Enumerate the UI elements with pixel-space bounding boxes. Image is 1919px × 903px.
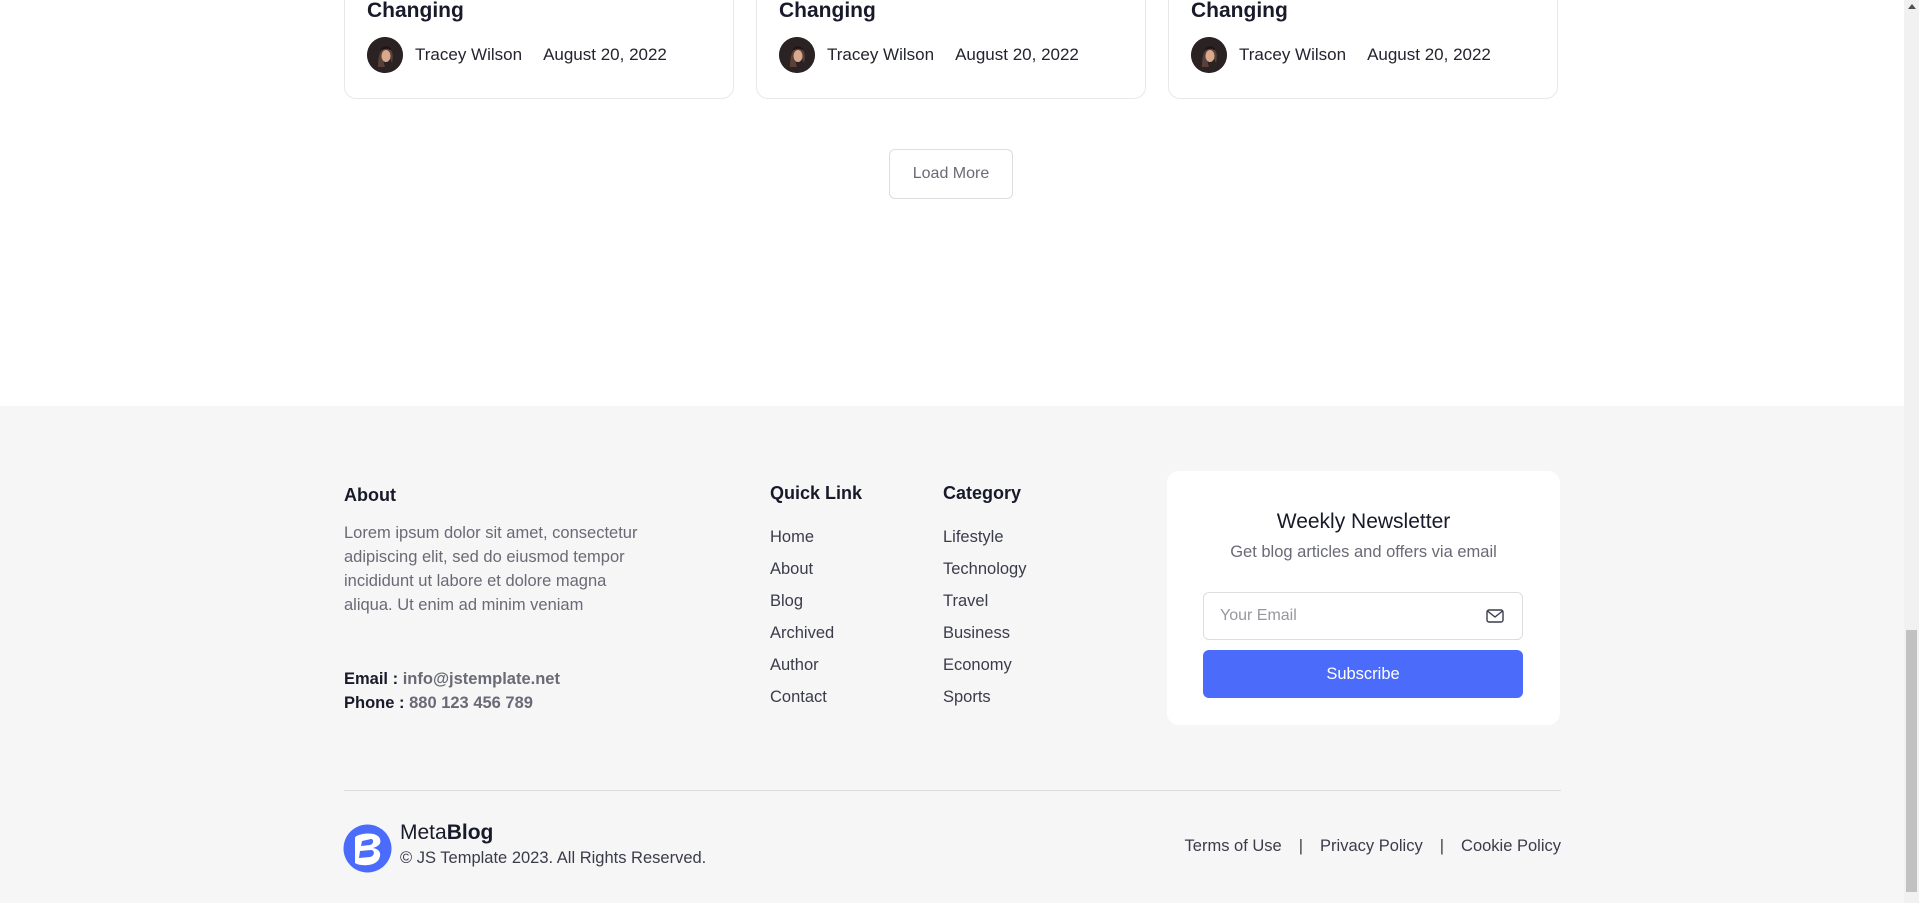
author-name[interactable]: Tracey Wilson — [827, 45, 934, 65]
phone-label: Phone : — [344, 694, 405, 712]
newsletter-subheading: Get blog articles and offers via email — [1230, 543, 1497, 561]
category-link-business[interactable]: Business — [943, 621, 1026, 653]
post-card-meta: Tracey Wilson August 20, 2022 — [779, 37, 1079, 73]
site-footer: About Lorem ipsum dolor sit amet, consec… — [0, 406, 1904, 903]
load-more-button[interactable]: Load More — [889, 149, 1013, 199]
category-link-travel[interactable]: Travel — [943, 589, 1026, 621]
cookie-policy-link[interactable]: Cookie Policy — [1461, 837, 1561, 856]
vertical-scrollbar[interactable] — [1904, 0, 1919, 903]
brand-name[interactable]: MetaBlog — [400, 821, 493, 845]
post-date: August 20, 2022 — [1367, 45, 1491, 64]
post-card-title[interactable]: Changing — [367, 0, 464, 23]
post-card-meta: Tracey Wilson August 20, 2022 — [367, 37, 667, 73]
brand-name-bold: Blog — [446, 821, 494, 844]
post-date: August 20, 2022 — [543, 45, 667, 64]
about-heading: About — [344, 485, 396, 505]
metablog-logo[interactable] — [343, 824, 392, 873]
post-date: August 20, 2022 — [955, 45, 1079, 64]
email-label: Email : — [344, 670, 399, 688]
legal-separator: | — [1439, 837, 1445, 855]
footer-divider — [344, 790, 1561, 791]
email-link[interactable]: info@jstemplate.net — [403, 670, 560, 688]
quick-link-list: Home About Blog Archived Author Contact — [770, 525, 834, 717]
scrollbar-thumb[interactable] — [1906, 630, 1917, 892]
email-line: Email : info@jstemplate.net — [344, 667, 560, 691]
category-link-lifestyle[interactable]: Lifestyle — [943, 525, 1026, 557]
author-avatar[interactable] — [367, 37, 403, 73]
phone-number[interactable]: 880 123 456 789 — [409, 694, 533, 712]
privacy-policy-link[interactable]: Privacy Policy — [1320, 837, 1423, 856]
phone-line: Phone : 880 123 456 789 — [344, 691, 560, 715]
footer-link-about[interactable]: About — [770, 557, 834, 589]
footer-link-author[interactable]: Author — [770, 653, 834, 685]
newsletter-box: Weekly Newsletter Get blog articles and … — [1167, 471, 1560, 725]
category-link-technology[interactable]: Technology — [943, 557, 1026, 589]
envelope-icon — [1486, 609, 1504, 623]
newsletter-email-input[interactable] — [1204, 593, 1474, 639]
post-card-meta: Tracey Wilson August 20, 2022 — [1191, 37, 1491, 73]
author-name[interactable]: Tracey Wilson — [1239, 45, 1346, 65]
brand-name-light: Meta — [400, 821, 447, 844]
newsletter-heading: Weekly Newsletter — [1276, 510, 1451, 533]
post-card[interactable]: Changing Tracey Wilson August 20, 2022 — [344, 0, 734, 99]
category-heading: Category — [943, 483, 1022, 503]
footer-link-blog[interactable]: Blog — [770, 589, 834, 621]
post-grid-section: Changing Tracey Wilson August 20, 2022 C… — [0, 0, 1904, 406]
footer-link-archived[interactable]: Archived — [770, 621, 834, 653]
contact-info: Email : info@jstemplate.net Phone : 880 … — [344, 667, 560, 715]
subscribe-button[interactable]: Subscribe — [1203, 650, 1523, 698]
terms-of-use-link[interactable]: Terms of Use — [1185, 837, 1282, 856]
author-avatar[interactable] — [779, 37, 815, 73]
footer-link-contact[interactable]: Contact — [770, 685, 834, 717]
newsletter-email-field — [1203, 592, 1523, 640]
category-list: Lifestyle Technology Travel Business Eco… — [943, 525, 1026, 717]
author-avatar[interactable] — [1191, 37, 1227, 73]
category-link-economy[interactable]: Economy — [943, 653, 1026, 685]
author-name[interactable]: Tracey Wilson — [415, 45, 522, 65]
post-card[interactable]: Changing Tracey Wilson August 20, 2022 — [756, 0, 1146, 99]
copyright-text: © JS Template 2023. All Rights Reserved. — [400, 849, 707, 867]
footer-link-home[interactable]: Home — [770, 525, 834, 557]
legal-separator: | — [1298, 837, 1304, 855]
post-card[interactable]: Changing Tracey Wilson August 20, 2022 — [1168, 0, 1558, 99]
post-card-title[interactable]: Changing — [779, 0, 876, 23]
scroll-up-arrow-icon[interactable] — [1908, 4, 1916, 9]
post-card-title[interactable]: Changing — [1191, 0, 1288, 23]
about-text: Lorem ipsum dolor sit amet, consectetur … — [344, 524, 638, 614]
quick-link-heading: Quick Link — [770, 483, 863, 503]
legal-links: Terms of Use | Privacy Policy | Cookie P… — [1185, 837, 1561, 856]
category-link-sports[interactable]: Sports — [943, 685, 1026, 717]
